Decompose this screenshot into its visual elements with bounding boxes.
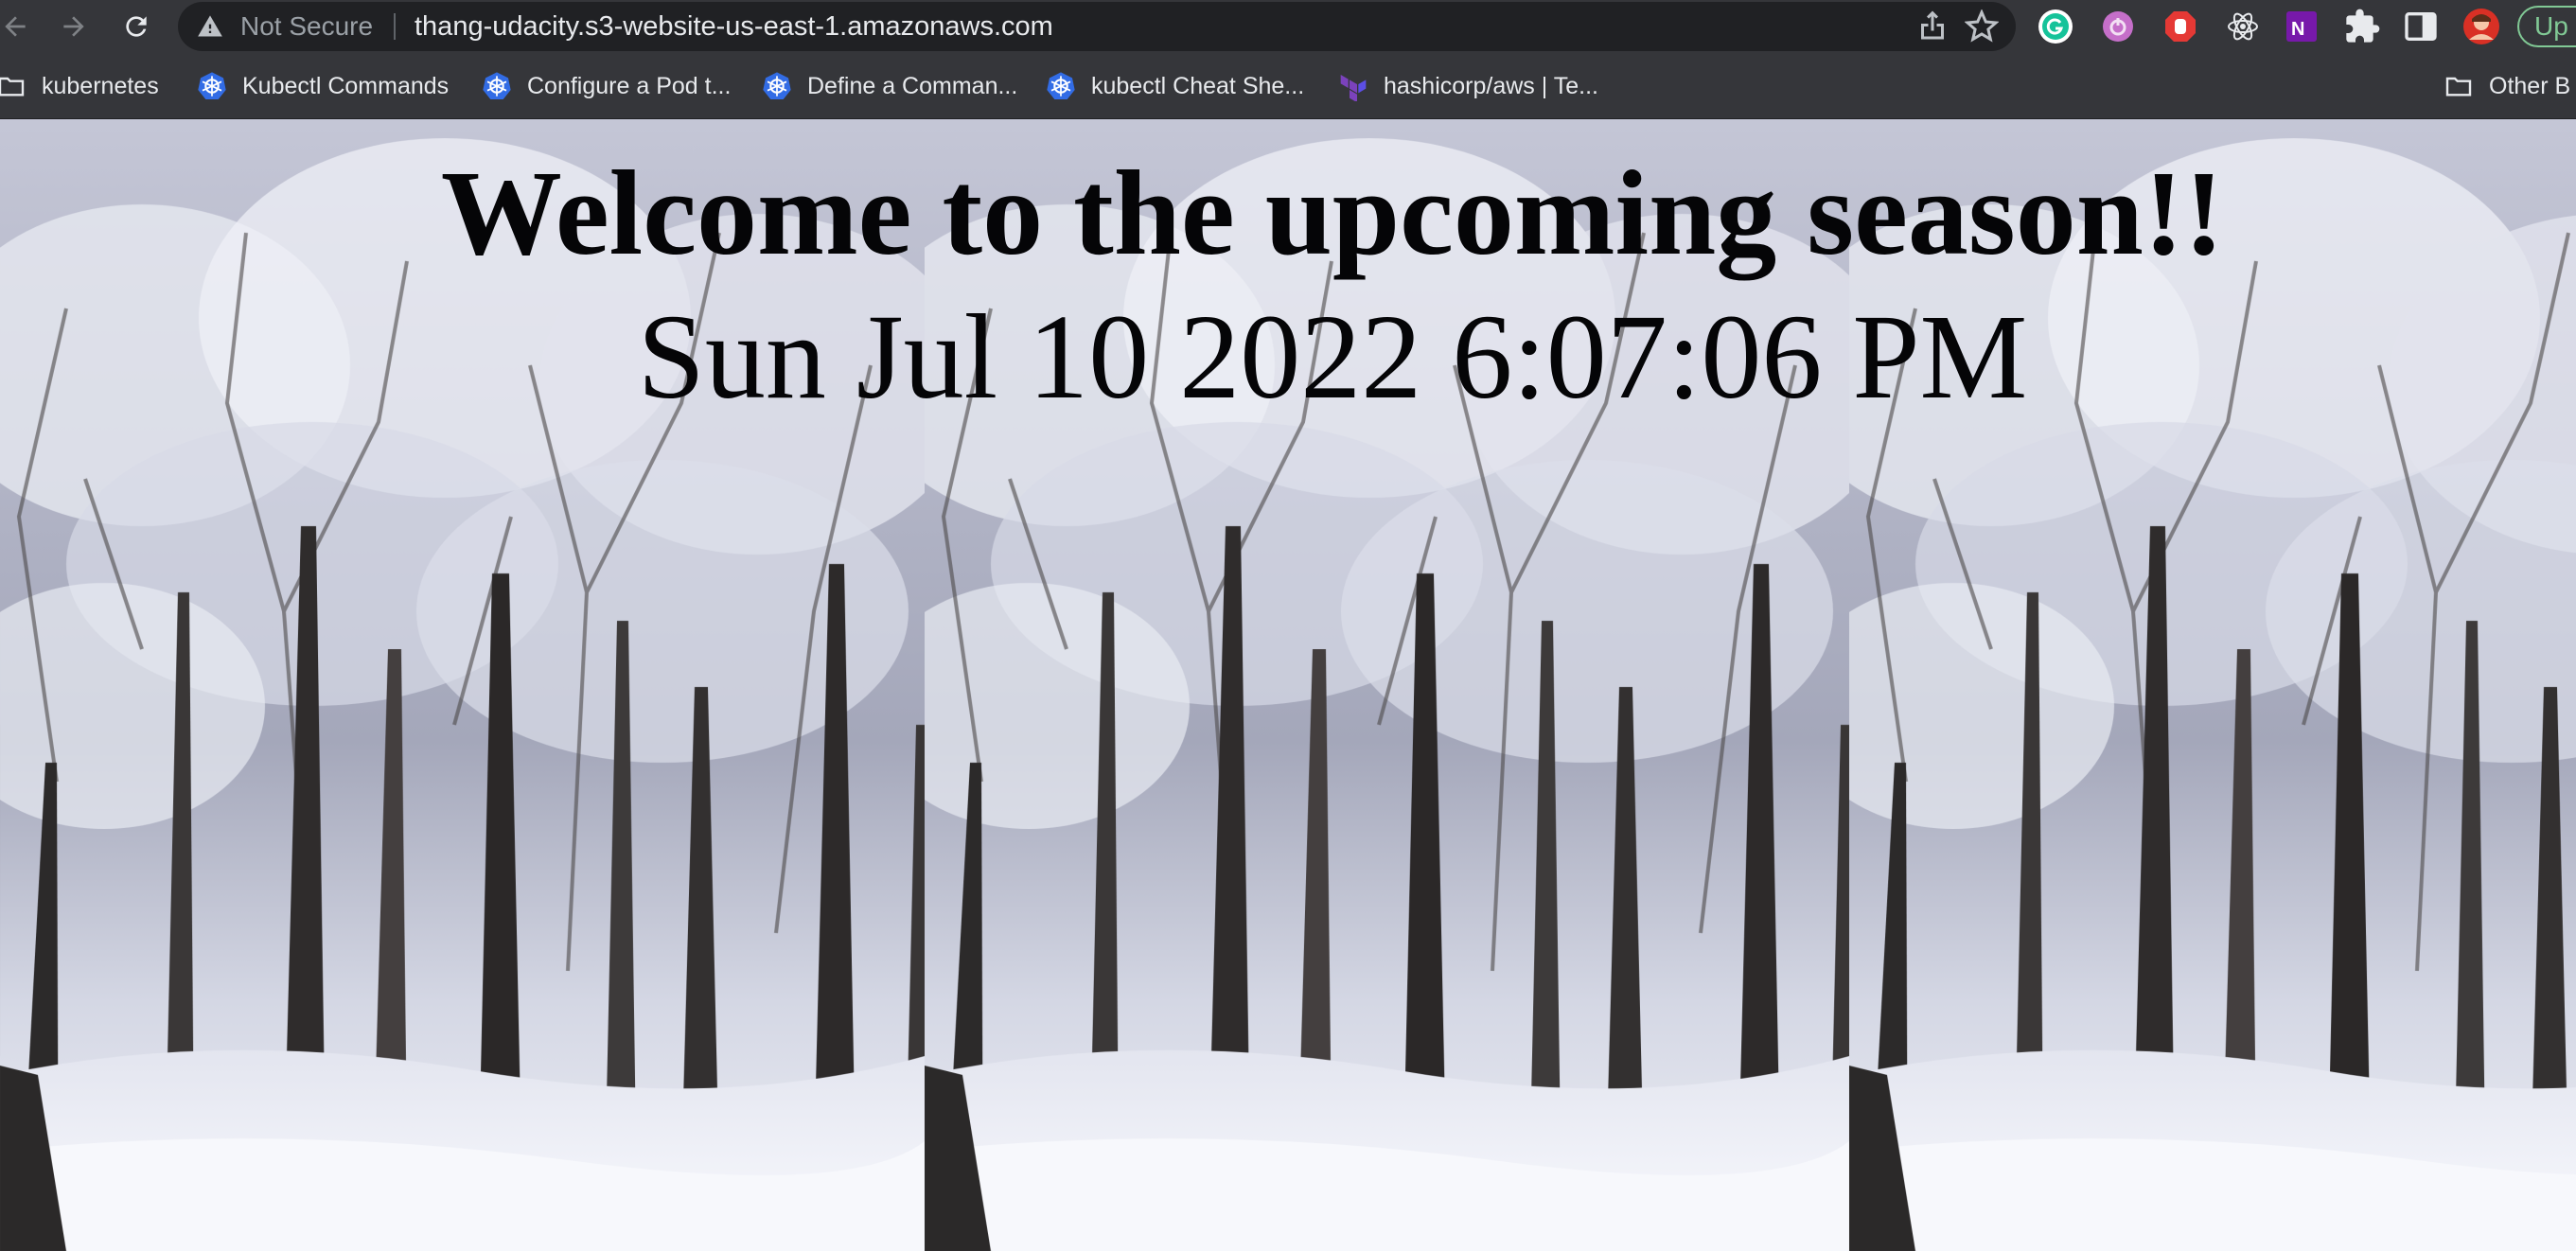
kubernetes-icon: [197, 71, 227, 101]
adblock-extension[interactable]: [2161, 8, 2199, 45]
bookmark-kubernetes-folder[interactable]: kubernetes: [0, 53, 159, 119]
forward-arrow-icon: [63, 16, 84, 37]
side-panel-icon: [2405, 12, 2437, 41]
omnibox-divider: [394, 13, 396, 40]
browser-toolbar: Not Secure thang-udacity.s3-website-us-e…: [0, 0, 2576, 53]
bookmark-kubectl-cheat-sheet[interactable]: kubectl Cheat She...: [1046, 53, 1304, 119]
bookmark-kubectl-commands[interactable]: Kubectl Commands: [197, 53, 449, 119]
bookmark-label: kubernetes: [42, 72, 159, 99]
svg-text:N: N: [2291, 19, 2304, 40]
warning-icon: [198, 15, 222, 37]
address-bar[interactable]: Not Secure thang-udacity.s3-website-us-e…: [178, 2, 2016, 51]
bookmark-configure-pod[interactable]: Configure a Pod t...: [482, 53, 731, 119]
kubernetes-icon: [482, 71, 512, 101]
onenote-icon: N: [2286, 11, 2317, 42]
bookmark-label: Kubectl Commands: [242, 72, 450, 99]
side-panel-button[interactable]: [2402, 8, 2440, 45]
reload-button[interactable]: [115, 6, 157, 47]
security-status[interactable]: Not Secure: [240, 2, 373, 51]
adblock-icon: [2165, 11, 2196, 42]
back-button[interactable]: [0, 6, 36, 47]
update-button[interactable]: Up: [2517, 6, 2576, 47]
share-icon[interactable]: [1915, 9, 1950, 44]
onenote-extension[interactable]: N: [2283, 8, 2320, 45]
bookmark-label: Define a Comman...: [807, 72, 1018, 99]
kubernetes-icon: [1046, 71, 1076, 101]
profile-button[interactable]: [2462, 8, 2500, 45]
back-arrow-icon: [5, 16, 26, 37]
bookmark-define-command[interactable]: Define a Comman...: [762, 53, 1017, 119]
bookmark-label: hashicorp/aws | Te...: [1384, 72, 1598, 99]
current-datetime: Sun Jul 10 2022 6:07:06 PM: [637, 290, 2028, 424]
pomodoro-extension[interactable]: [2099, 8, 2137, 45]
bookmark-star-icon[interactable]: [1965, 9, 1999, 44]
terraform-icon: [1338, 71, 1368, 101]
react-devtools-icon: [2228, 12, 2258, 41]
bookmark-label: Configure a Pod t...: [527, 72, 732, 99]
grammarly-icon: [2038, 9, 2073, 44]
reload-icon: [126, 16, 147, 37]
kubernetes-icon: [762, 71, 792, 101]
pomodoro-icon: [2103, 11, 2133, 42]
other-bookmarks-label: Other B: [2489, 72, 2571, 99]
extensions-puzzle-icon: [2346, 9, 2380, 43]
url-text[interactable]: thang-udacity.s3-website-us-east-1.amazo…: [415, 2, 1053, 51]
react-devtools-extension[interactable]: [2224, 8, 2262, 45]
grammarly-extension[interactable]: [2037, 8, 2074, 45]
folder-icon: [2444, 71, 2474, 101]
page-content: Welcome to the upcoming season!! Sun Jul…: [0, 119, 2576, 1251]
welcome-heading: Welcome to the upcoming season!!: [440, 146, 2225, 280]
folder-icon: [0, 71, 26, 101]
extensions-button[interactable]: [2343, 8, 2381, 45]
bookmarks-bar: kubernetes Kubectl Commands Configure a …: [0, 53, 2576, 119]
bookmark-hashicorp-aws[interactable]: hashicorp/aws | Te...: [1338, 53, 1598, 119]
bookmark-label: kubectl Cheat She...: [1091, 72, 1305, 99]
other-bookmarks-folder[interactable]: Other B: [2444, 53, 2570, 119]
profile-avatar-icon: [2463, 9, 2499, 44]
forward-button[interactable]: [53, 6, 95, 47]
